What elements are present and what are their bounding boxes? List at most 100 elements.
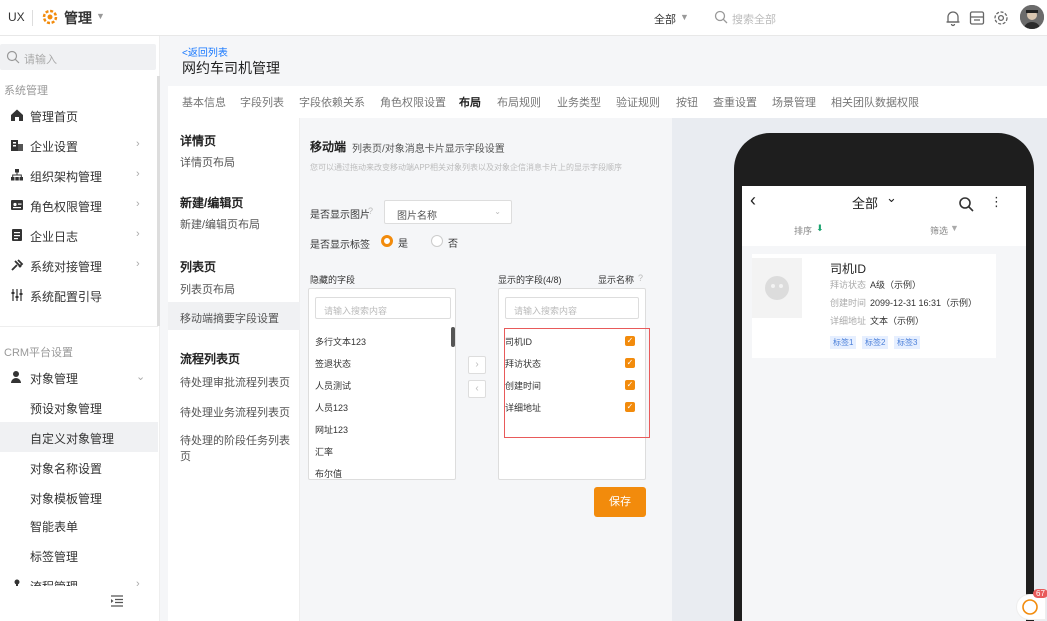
nav-item-list-layout[interactable]: 列表页布局 [180,281,235,297]
tag: 标签3 [894,336,921,349]
sidebar-item-label: 角色权限管理 [30,200,103,214]
sidebar-item-tags[interactable]: 标签管理 [0,540,158,570]
search-icon[interactable] [714,10,728,24]
tab-role-permissions[interactable]: 角色权限设置 [380,94,446,110]
sidebar-item-label: 自定义对象管理 [30,432,115,446]
user-icon [11,371,21,383]
phone-header-title: 全部 [852,196,879,211]
sidebar-item-custom-objects[interactable]: 自定义对象管理 [0,422,158,452]
back-arrow-icon: ‹ [750,190,756,210]
sidebar-item-home[interactable]: 管理首页 [0,100,158,130]
log-icon [12,229,22,241]
scrollbar[interactable] [451,327,455,347]
list-item[interactable]: 多行文本123 [315,335,366,348]
field-value: 2099-12-31 16:31（示例） [870,298,978,308]
back-link[interactable]: <返回列表 [182,44,228,59]
group-label: 系统管理 [4,85,48,97]
global-search-input[interactable]: 搜索全部 [732,11,776,27]
arrow-down-icon: ⬇ [816,223,824,233]
image-placeholder [752,258,802,318]
group-label: CRM平台设置 [4,347,74,359]
chevron-right-icon: › [136,578,140,586]
move-right-button[interactable]: › [468,356,486,374]
hidden-fields-list: 请输入搜索内容 多行文本123 签退状态 人员测试 人员123 网址123 汇率… [308,288,456,480]
divider [32,10,33,26]
sidebar-item-company[interactable]: 企业设置 › [0,130,158,160]
shown-search-input[interactable]: 请输入搜索内容 [505,297,639,319]
list-item[interactable]: 人员123 [315,401,348,414]
sidebar-item-label: 对象模板管理 [30,492,103,506]
nav-heading: 流程列表页 [180,352,241,366]
tab-bar: 基本信息 字段列表 字段依赖关系 角色权限设置 布局 布局规则 业务类型 验证规… [168,86,1047,118]
search-placeholder: 请输入搜索内容 [514,306,578,316]
sidebar-item-label: 预设对象管理 [30,402,103,416]
radio-yes[interactable] [381,235,393,247]
sidebar-item-roles[interactable]: 角色权限管理 › [0,190,158,220]
nav-heading: 列表页 [180,260,217,274]
list-item[interactable]: 布尔值 [315,467,342,479]
sidebar-item-label: 系统配置引导 [30,290,103,304]
scope-select[interactable]: 全部 [654,11,676,27]
save-button[interactable]: 保存 [594,487,646,517]
list-item[interactable]: 网址123 [315,423,348,436]
nav-item-detail-layout[interactable]: 详情页布局 [180,154,235,170]
hidden-search-input[interactable]: 请输入搜索内容 [315,297,451,319]
nav-item-mobile-summary[interactable]: 移动端摘要字段设置 [168,302,300,330]
module-title[interactable]: 管理 [64,8,92,28]
sidebar-item-object-mgmt[interactable]: 对象管理 ⌄ [0,362,158,392]
tab-team-permissions[interactable]: 相关团队数据权限 [831,94,919,110]
avatar[interactable] [1020,5,1044,29]
layout-nav: 详情页 详情页布局 新建/编辑页 新建/编辑页布局 列表页 列表页布局 移动端摘… [168,118,300,621]
bell-icon[interactable] [944,9,962,27]
show-tag-label: 是否显示标签 [310,240,370,251]
sidebar-item-label: 对象管理 [30,372,79,386]
nav-item-edit-layout[interactable]: 新建/编辑页布局 [180,216,260,232]
tab-duplicate-check[interactable]: 查重设置 [713,94,757,110]
shown-fields-label: 显示的字段(4/8) [498,275,562,285]
tab-buttons[interactable]: 按钮 [676,94,698,110]
list-item[interactable]: 人员测试 [315,379,351,392]
nav-item-business-list[interactable]: 待处理业务流程列表页 [180,404,290,420]
chat-float-button[interactable]: 67 [1016,589,1047,620]
sidebar-item-config-guide[interactable]: 系统配置引导 [0,280,158,310]
tab-layout[interactable]: 布局 [459,94,481,110]
sidebar-item-org[interactable]: 组织架构管理 › [0,160,158,190]
tab-scene-mgmt[interactable]: 场景管理 [772,94,816,110]
search-icon [6,50,20,64]
tab-layout-rules[interactable]: 布局规则 [497,94,541,110]
nav-item-stage-list[interactable]: 待处理的阶段任务列表页 [180,432,299,464]
sidebar-item-integration[interactable]: 系统对接管理 › [0,250,158,280]
image-field-select[interactable]: 图片名称 ⌄ [384,200,512,224]
list-item[interactable]: 汇率 [315,445,333,458]
list-item[interactable]: 签退状态 [315,357,351,370]
help-icon[interactable]: ? [368,206,373,216]
tab-business-type[interactable]: 业务类型 [557,94,601,110]
card-title: 司机ID [830,262,867,276]
sidebar-item-object-templates[interactable]: 对象模板管理 [0,482,158,512]
tab-field-list[interactable]: 字段列表 [240,94,284,110]
sidebar-item-preset-objects[interactable]: 预设对象管理 [0,392,158,422]
move-left-button[interactable]: ‹ [468,380,486,398]
radio-no[interactable] [431,235,443,247]
field-label: 创建时间 [830,298,867,308]
collapse-menu-icon[interactable] [110,594,124,608]
nav-item-approval-list[interactable]: 待处理审批流程列表页 [180,374,290,390]
chevron-down-icon[interactable]: ▼ [680,12,689,22]
tab-validation-rules[interactable]: 验证规则 [616,94,660,110]
nav-heading: 新建/编辑页 [180,196,244,210]
sidebar-item-object-names[interactable]: 对象名称设置 [0,452,158,482]
more-icon: ⋮ [990,194,1003,209]
tab-field-dependency[interactable]: 字段依赖关系 [299,94,365,110]
app-name[interactable]: UX [8,10,25,24]
highlight-box [504,328,650,438]
chevron-down-icon[interactable]: ▼ [96,11,105,21]
help-icon[interactable]: ? [638,273,643,283]
sidebar-item-log[interactable]: 企业日志 › [0,220,158,250]
tab-basic-info[interactable]: 基本信息 [182,94,226,110]
calendar-icon[interactable] [968,9,986,27]
settings-icon[interactable] [992,9,1010,27]
sidebar-search-input[interactable]: 请输入 [0,44,156,70]
id-card-icon [11,200,23,210]
sidebar-item-process[interactable]: 流程管理 › [0,570,158,586]
sidebar-item-smart-form[interactable]: 智能表单 [0,510,158,540]
